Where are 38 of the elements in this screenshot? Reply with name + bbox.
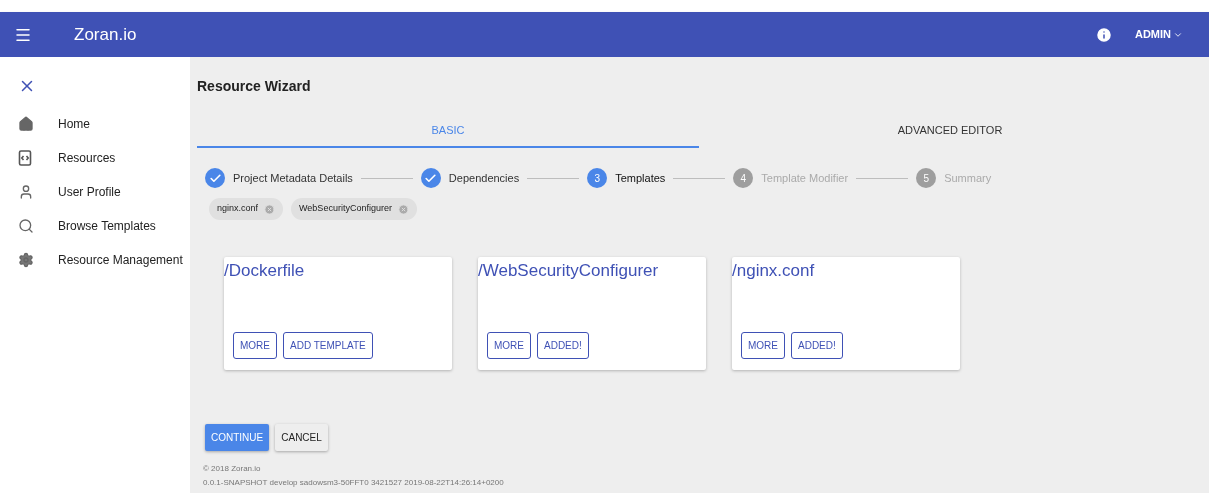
search-icon (18, 218, 34, 234)
gear-icon (18, 252, 34, 268)
card-button[interactable]: ADDED! (791, 332, 843, 359)
code-file-icon (18, 150, 32, 166)
user-icon (18, 184, 34, 200)
action-button[interactable]: CONTINUE (205, 424, 270, 451)
card-title[interactable]: /Dockerfile (224, 261, 452, 281)
step-number: 4 (733, 168, 754, 188)
action-button[interactable]: CANCEL (275, 424, 328, 451)
home-icon (18, 116, 34, 132)
step-number: 5 (916, 168, 937, 188)
chip[interactable]: WebSecurityConfigurer (291, 198, 417, 220)
card-title[interactable]: /WebSecurityConfigurer (478, 261, 706, 281)
card-button[interactable]: MORE (487, 332, 531, 359)
step-label: Dependencies (448, 170, 520, 186)
sidebar-item[interactable]: Resources (0, 141, 190, 175)
chip[interactable]: nginx.conf (209, 198, 284, 220)
card-button[interactable]: MORE (741, 332, 785, 359)
step-label: Summary (944, 170, 992, 186)
card-title[interactable]: /nginx.conf (732, 261, 960, 281)
step-label: Template Modifier (761, 170, 849, 186)
step-number: 3 (587, 168, 608, 188)
footer-text: 0.0.1-SNAPSHOT develop sadowsm3-50FFT0 3421527 2019-08-22T14:26:14+0200 (203, 477, 505, 489)
sidebar-item[interactable]: Home (0, 107, 190, 141)
sidebar-item[interactable]: User Profile (0, 175, 190, 209)
user-menu-button[interactable]: ADMIN (1134, 26, 1183, 43)
sidebar-item[interactable]: Browse Templates (0, 209, 190, 243)
tab[interactable]: ADVANCED EDITOR (699, 115, 1201, 148)
sidebar-item[interactable]: Resource Management (0, 243, 190, 277)
footer-text: © 2018 Zoran.io (203, 463, 262, 475)
card-button[interactable]: ADDED! (537, 332, 589, 359)
card-button[interactable]: ADD TEMPLATE (283, 332, 373, 359)
card-button[interactable]: MORE (233, 332, 277, 359)
info-icon[interactable] (1094, 25, 1113, 44)
step-label: Templates (615, 170, 666, 186)
brand-title: Zoran.io (74, 23, 137, 46)
page-title: Resource Wizard (197, 77, 312, 96)
step-label: Project Metadata Details (233, 170, 353, 186)
